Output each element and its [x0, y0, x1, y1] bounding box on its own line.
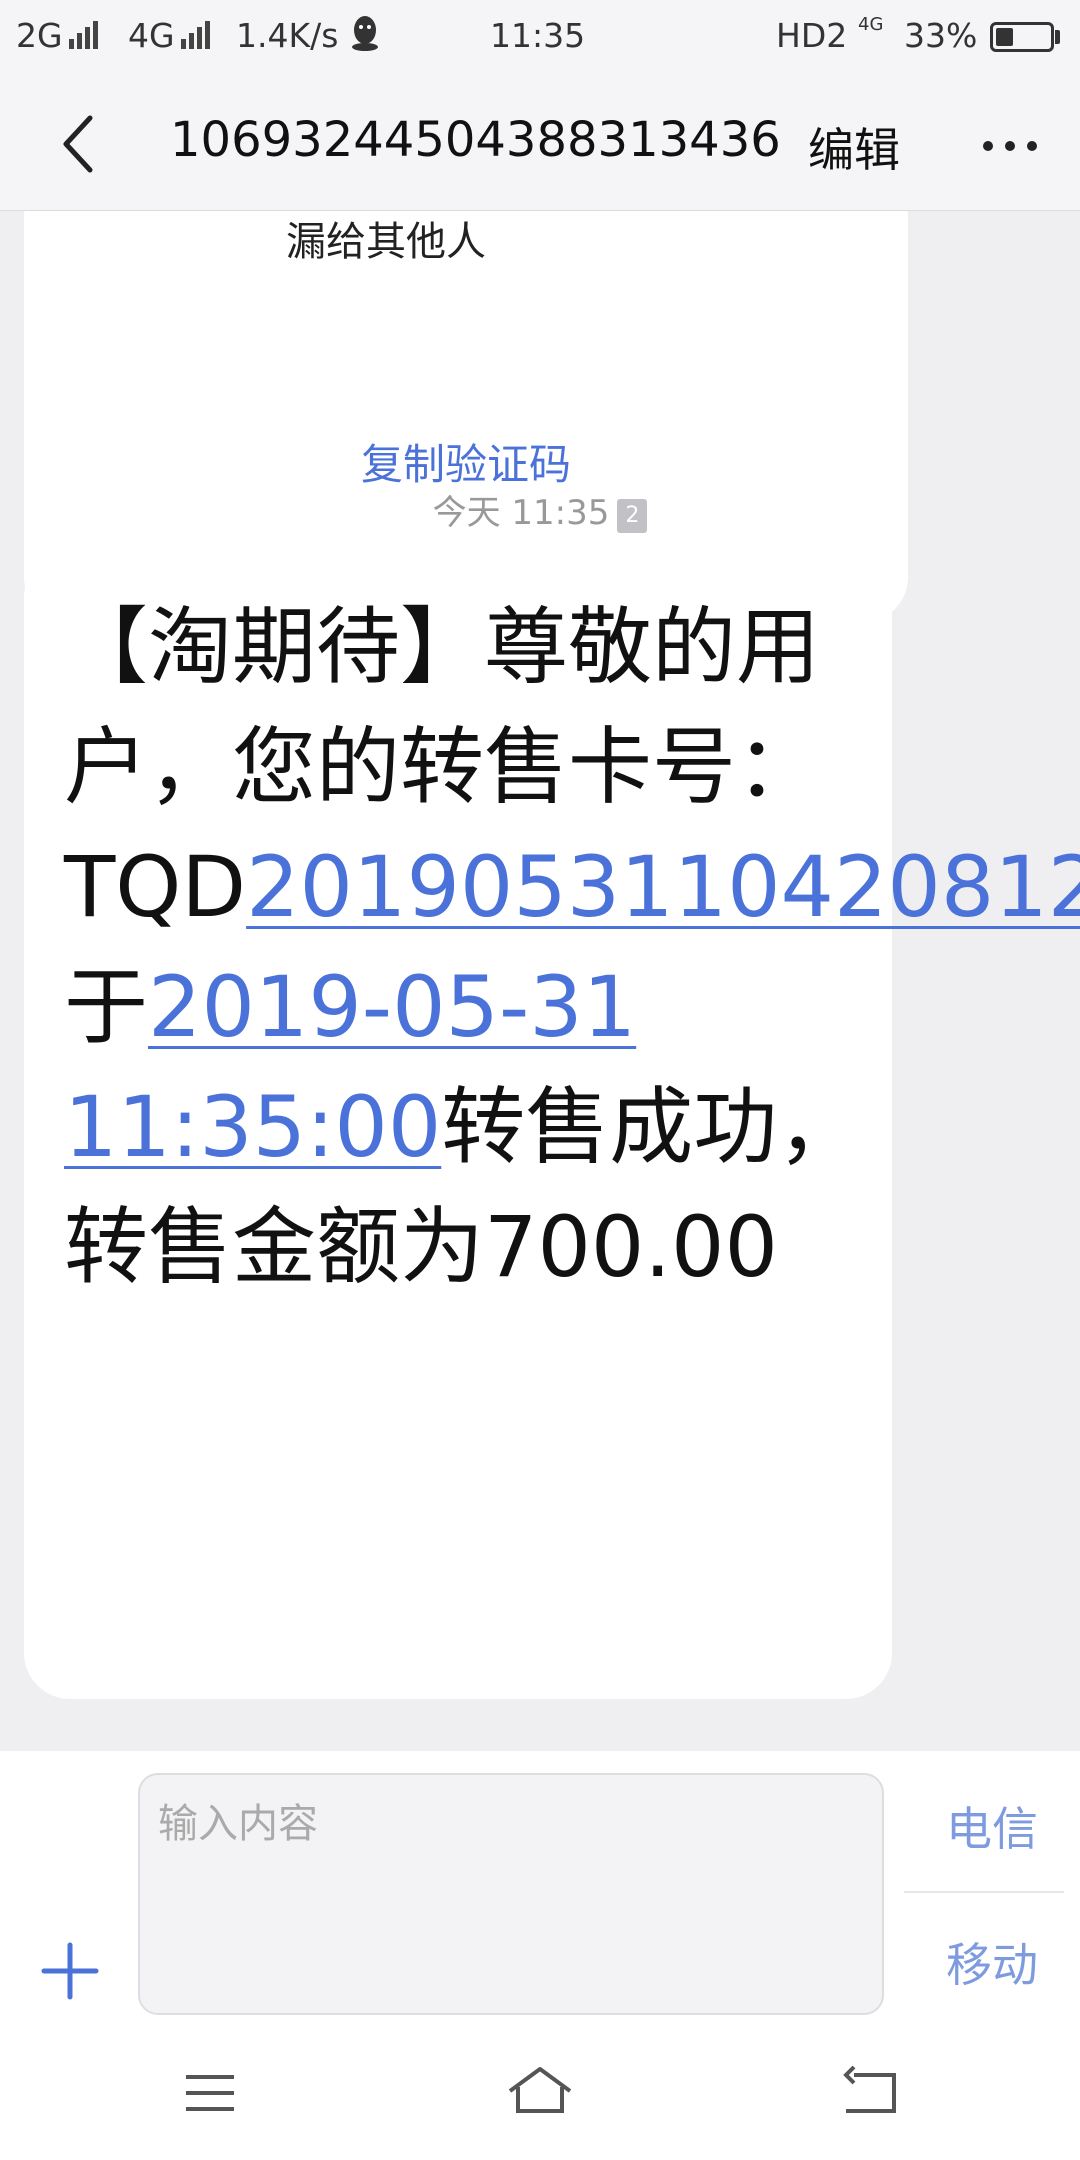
timestamp-text: 今天 11:35 — [432, 493, 610, 533]
system-nav-bar — [0, 2031, 1080, 2160]
nav-home-button[interactable] — [490, 2053, 590, 2133]
qq-icon — [350, 14, 380, 60]
message-timestamp: 今天 11:35 2 — [0, 485, 1080, 534]
previous-message-text: 漏给其他人 — [286, 219, 486, 265]
send-telecom-button[interactable]: 电信 — [904, 1793, 1080, 1859]
network-indicator-1: 2G — [16, 16, 101, 57]
battery-icon — [990, 22, 1054, 52]
status-time: 11:35 — [490, 16, 586, 55]
attach-button[interactable] — [30, 1931, 110, 2011]
battery-percent: 33% — [904, 16, 978, 55]
hd-indicator: HD2 — [776, 16, 848, 55]
nav-back-button[interactable] — [820, 2053, 920, 2133]
conversation-header: 10693244504388313436 编辑 — [0, 76, 1080, 211]
status-bar: 2G 4G 1.4K/s 11:35 HD2 4G 33% — [0, 0, 1080, 76]
more-button[interactable] — [970, 106, 1050, 186]
menu-icon — [186, 2075, 234, 2111]
message-list[interactable]: 漏给其他人 复制验证码 今天 11:35 2 【淘期待】尊敬的用户，您的转售卡号：… — [0, 211, 1080, 1751]
hd-network: 4G — [858, 14, 884, 35]
contact-number-title: 10693244504388313436 — [170, 112, 781, 168]
signal-icon — [180, 18, 213, 57]
signal-icon — [68, 18, 101, 57]
back-arrow-icon — [63, 115, 93, 173]
card-number-link[interactable]: 2019053110420812 — [246, 838, 1080, 936]
home-icon — [508, 2067, 572, 2113]
network-indicator-2: 4G — [128, 16, 213, 57]
send-mobile-button[interactable]: 移动 — [904, 1929, 1080, 1995]
edit-button[interactable]: 编辑 — [808, 114, 900, 180]
message-text: 【淘期待】尊敬的用户，您的转售卡号：TQD2019053110420812，于2… — [64, 587, 1080, 1307]
compose-bar: 输入内容 电信 移动 — [0, 1751, 1080, 2031]
back-icon — [843, 2065, 896, 2113]
sim-divider — [904, 1891, 1064, 1893]
nav-menu-button[interactable] — [160, 2053, 260, 2133]
input-placeholder: 输入内容 — [158, 1801, 318, 1847]
message-input[interactable]: 输入内容 — [138, 1773, 884, 2015]
plus-icon — [41, 1942, 99, 2000]
sim-badge: 2 — [617, 499, 648, 533]
network-speed: 1.4K/s — [236, 16, 339, 55]
back-button[interactable] — [44, 104, 124, 184]
copy-code-button[interactable]: 复制验证码 — [24, 431, 908, 492]
more-icon — [983, 141, 1037, 151]
message-bubble[interactable]: 【淘期待】尊敬的用户，您的转售卡号：TQD2019053110420812，于2… — [24, 551, 1080, 1699]
